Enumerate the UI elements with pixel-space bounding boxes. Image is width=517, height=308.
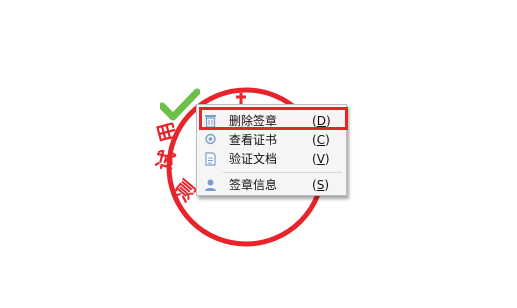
document-icon <box>205 152 216 166</box>
menu-item-label: 验证文档 <box>229 152 278 166</box>
highlight-box <box>199 107 348 130</box>
menu-shortcut: (V) <box>312 152 330 166</box>
menu-item-seal-info[interactable]: 签章信息 (S) <box>198 175 345 195</box>
menu-item-label: 查看证书 <box>229 133 278 147</box>
menu-shortcut: (S) <box>312 178 329 192</box>
seal-char-2: 试 <box>152 148 180 174</box>
menu-shortcut: (C) <box>312 133 330 147</box>
menu-separator <box>223 172 342 173</box>
seal-char-3: 用 <box>152 119 180 145</box>
menu-item-label: 签章信息 <box>229 178 278 192</box>
certificate-icon <box>205 133 216 145</box>
menu-item-verify-document[interactable]: 验证文档 (V) <box>198 149 345 169</box>
user-info-icon <box>205 179 216 191</box>
menu-item-view-certificate[interactable]: 查看证书 (C) <box>198 130 345 150</box>
check-icon <box>160 88 200 121</box>
